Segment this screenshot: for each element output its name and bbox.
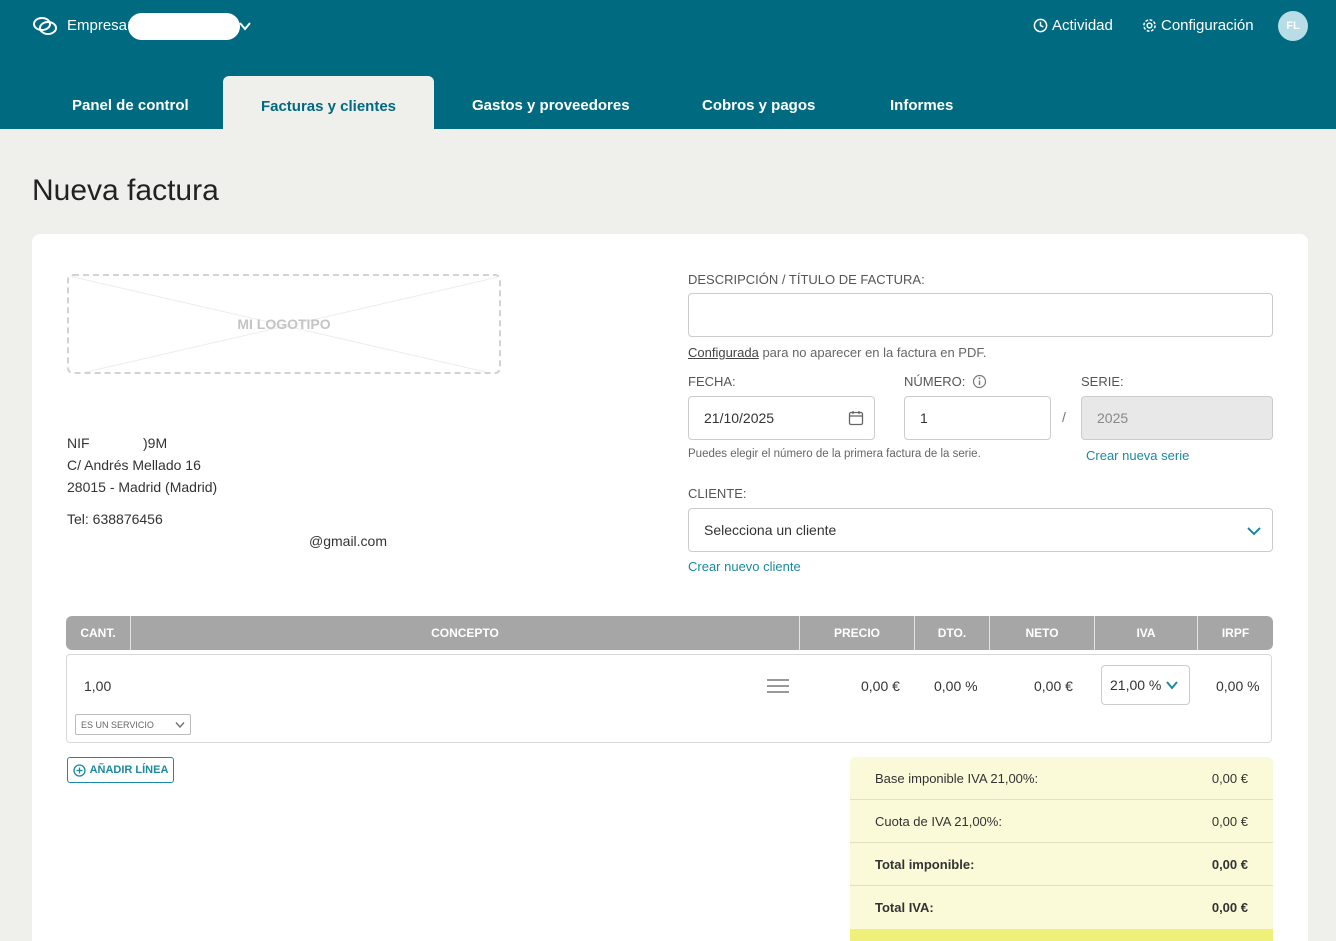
row-type-value: ES UN SERVICIO <box>81 719 154 730</box>
activity-button[interactable]: Actividad <box>1033 17 1113 34</box>
totals-label: Base imponible IVA 21,00%: <box>875 771 1039 786</box>
company-name-redacted[interactable] <box>128 13 240 40</box>
chevron-down-icon <box>175 722 185 729</box>
issuer-address: C/ Andrés Mellado 16 <box>67 457 201 473</box>
row-irpf[interactable]: 0,00 % <box>1216 678 1260 694</box>
row-qty[interactable]: 1,00 <box>84 678 111 694</box>
issuer-phone: Tel: 638876456 <box>67 511 163 527</box>
description-label: DESCRIPCIÓN / TÍTULO DE FACTURA: <box>688 272 925 287</box>
series-label: SERIE: <box>1081 374 1124 389</box>
tab-dashboard[interactable]: Panel de control <box>72 97 189 114</box>
client-select[interactable]: Selecciona un cliente <box>688 508 1273 552</box>
page-title: Nueva factura <box>32 174 219 207</box>
issuer-nif-suffix: )9M <box>143 435 168 451</box>
add-line-label: AÑADIR LÍNEA <box>89 764 169 776</box>
info-icon[interactable] <box>972 374 987 389</box>
date-value: 21/10/2025 <box>704 410 775 426</box>
tab-invoices-clients[interactable]: Facturas y clientes <box>223 76 434 129</box>
totals-label: Cuota de IVA 21,00%: <box>875 814 1002 829</box>
header-concept: CONCEPTO <box>431 626 499 640</box>
plus-circle-icon <box>72 763 86 777</box>
brand-logo-icon[interactable] <box>32 14 60 38</box>
header-price: PRECIO <box>833 626 880 640</box>
clock-icon <box>1033 18 1048 33</box>
row-vat-value: 21,00 % <box>1110 677 1162 693</box>
chevron-down-icon <box>1166 681 1178 690</box>
totals-row: Total IVA: 0,00 € <box>850 886 1273 929</box>
tab-collections-payments[interactable]: Cobros y pagos <box>702 97 815 114</box>
config-note-line: Configurada para no aparecer en la factu… <box>688 345 986 360</box>
totals-row: Cuota de IVA 21,00%: 0,00 € <box>850 800 1273 843</box>
totals-row: Total imponible: 0,00 € <box>850 843 1273 886</box>
number-label: NÚMERO: <box>904 374 966 389</box>
client-label: CLIENTE: <box>688 486 747 501</box>
issuer-email: @gmail.com <box>309 533 388 549</box>
logo-upload[interactable]: MI LOGOTIPO <box>67 274 501 374</box>
header-net: NETO <box>1025 626 1059 640</box>
row-price[interactable]: 0,00 € <box>861 678 900 694</box>
gear-icon <box>1143 19 1156 32</box>
row-net: 0,00 € <box>1034 678 1073 694</box>
chevron-down-icon[interactable] <box>238 19 252 33</box>
avatar[interactable]: FL <box>1278 11 1308 41</box>
totals-value: 0,00 € <box>1211 857 1248 872</box>
calendar-icon[interactable] <box>848 410 864 426</box>
totals-footer-strip <box>850 929 1273 941</box>
header-vat: IVA <box>1136 626 1156 640</box>
settings-label: Configuración <box>1161 17 1254 34</box>
top-bar: Empresa: Actividad Configuración FL Pane… <box>0 0 1336 129</box>
create-series-link[interactable]: Crear nueva serie <box>1086 448 1189 463</box>
totals-value: 0,00 € <box>1211 771 1248 786</box>
lines-table-header: CANT. CONCEPTO PRECIO DTO. NETO IVA IRPF <box>66 616 1273 650</box>
number-help: Puedes elegir el número de la primera fa… <box>688 448 981 460</box>
totals-label: Total IVA: <box>875 900 934 915</box>
description-input[interactable] <box>688 293 1273 337</box>
totals-value: 0,00 € <box>1211 900 1248 915</box>
date-label: FECHA: <box>688 374 736 389</box>
header-irpf: IRPF <box>1221 626 1250 640</box>
issuer-city: 28015 - Madrid (Madrid) <box>67 479 218 495</box>
company-label: Empresa: <box>67 17 132 34</box>
row-vat-select[interactable]: 21,00 % <box>1101 665 1190 705</box>
header-qty: CANT. <box>80 626 116 640</box>
add-line-button[interactable]: AÑADIR LÍNEA <box>67 757 174 783</box>
series-input[interactable]: 2025 <box>1081 396 1273 440</box>
issuer-nif-prefix: NIF <box>67 435 90 451</box>
series-separator: / <box>1062 409 1066 425</box>
create-client-link[interactable]: Crear nuevo cliente <box>688 559 801 574</box>
client-placeholder: Selecciona un cliente <box>704 522 837 538</box>
totals-value: 0,00 € <box>1211 814 1248 829</box>
row-discount[interactable]: 0,00 % <box>934 678 978 694</box>
date-input[interactable]: 21/10/2025 <box>688 396 875 440</box>
table-row <box>66 654 1272 743</box>
totals-panel: Base imponible IVA 21,00%: 0,00 € Cuota … <box>850 757 1273 941</box>
logo-placeholder-text: MI LOGOTIPO <box>237 316 331 332</box>
settings-button[interactable]: Configuración <box>1142 17 1254 34</box>
drag-handle-icon[interactable] <box>766 677 790 695</box>
totals-row: Base imponible IVA 21,00%: 0,00 € <box>850 757 1273 800</box>
header-discount: DTO. <box>937 626 967 640</box>
config-link[interactable]: Configurada <box>688 345 759 360</box>
number-input[interactable]: 1 <box>904 396 1051 440</box>
tab-reports[interactable]: Informes <box>890 97 953 114</box>
tab-expenses-suppliers[interactable]: Gastos y proveedores <box>472 97 630 114</box>
row-type-select[interactable]: ES UN SERVICIO <box>75 714 191 735</box>
chevron-down-icon <box>1247 527 1261 536</box>
activity-label: Actividad <box>1052 17 1113 34</box>
config-note: para no aparecer en la factura en PDF. <box>758 345 987 360</box>
totals-label: Total imponible: <box>875 857 975 872</box>
